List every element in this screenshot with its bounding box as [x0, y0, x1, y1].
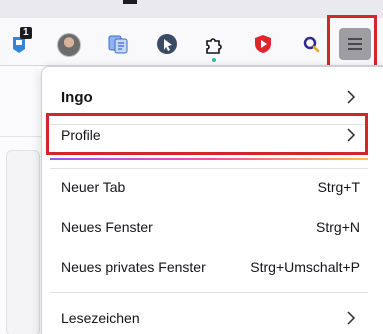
toolbar: 1: [0, 0, 383, 69]
profile-color-bar: [50, 158, 368, 160]
avatar[interactable]: [57, 33, 81, 57]
translate-icon[interactable]: [104, 30, 132, 58]
account-name: Ingo: [61, 88, 93, 106]
menu-item-shortcut: Strg+Umschalt+P: [250, 259, 360, 275]
menu-item-shortcut: Strg+N: [316, 219, 360, 235]
chevron-right-icon: [347, 311, 356, 325]
browser-window: 1 Ingo Profile Neuer Tab Strg+T Neues Fe…: [0, 0, 383, 334]
menu-button-highlight: [327, 15, 377, 69]
app-menu-panel: Ingo Profile Neuer Tab Strg+T Neues Fens…: [41, 66, 383, 334]
search-extension-icon[interactable]: [297, 30, 325, 58]
page-card: [6, 150, 40, 334]
menu-item-bookmarks[interactable]: Lesezeichen: [42, 298, 372, 334]
menu-separator: [50, 292, 368, 293]
menu-item-new-tab[interactable]: Neuer Tab Strg+T: [42, 167, 372, 207]
menu-item-label: Neuer Tab: [61, 179, 126, 195]
menu-item-new-window[interactable]: Neues Fenster Strg+N: [42, 207, 372, 247]
extension-status-dot: [212, 58, 216, 62]
cursor-icon[interactable]: [153, 30, 181, 58]
profile-highlight: [46, 113, 368, 155]
menu-item-account[interactable]: Ingo: [42, 77, 372, 117]
puzzle-icon[interactable]: [200, 30, 228, 58]
chevron-right-icon: [347, 90, 356, 104]
shield-play-icon[interactable]: [249, 30, 277, 58]
tab-strip: [0, 0, 383, 18]
notification-badge: 1: [20, 27, 32, 39]
menu-item-label: Neues privates Fenster: [61, 259, 206, 275]
active-tab-indicator: [123, 0, 137, 4]
menu-item-new-private-window[interactable]: Neues privates Fenster Strg+Umschalt+P: [42, 247, 372, 287]
menu-item-label: Neues Fenster: [61, 219, 153, 235]
bookmarks-label: Lesezeichen: [61, 310, 140, 326]
menu-item-shortcut: Strg+T: [317, 179, 360, 195]
